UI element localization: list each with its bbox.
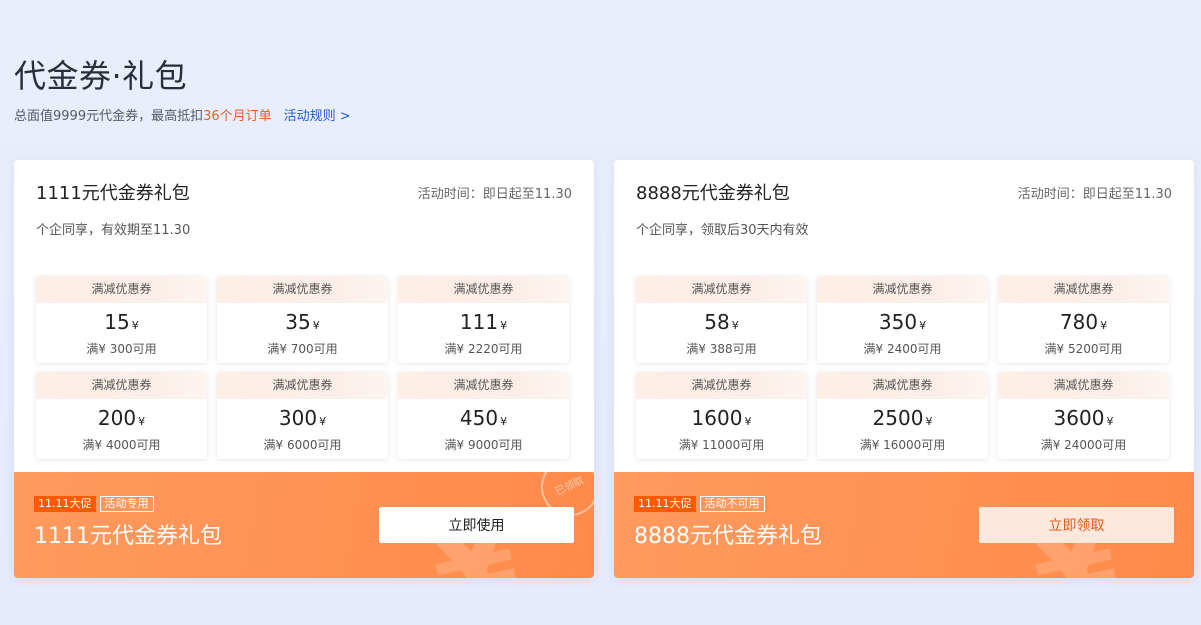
promo-tag: 11.11大促 — [34, 496, 96, 512]
tag-row: 11.11大促 活动专用 — [34, 496, 154, 512]
coupon-amount: 200 ¥ — [36, 406, 207, 434]
coupon-amount-value: 300 — [278, 406, 318, 430]
coupon-type: 满减优惠券 — [217, 276, 388, 303]
coupon-condition: 满¥ 16000可用 — [859, 438, 946, 452]
coupon-condition: 满¥ 2220可用 — [444, 342, 523, 356]
currency-symbol: ¥ — [731, 319, 739, 332]
claim-now-button[interactable]: 立即领取 — [979, 507, 1174, 543]
coupon-amount: 1600 ¥ — [636, 406, 807, 434]
coupon-card: 满减优惠券 1600 ¥ 满¥ 11000可用 — [636, 372, 807, 459]
coupon-amount-value: 350 — [878, 310, 918, 334]
package-description: 个企同享，有效期至11.30 — [36, 223, 191, 238]
coupon-type: 满减优惠券 — [636, 372, 807, 399]
coupon-card: 满减优惠券 35 ¥ 满¥ 700可用 — [217, 276, 388, 363]
currency-symbol: ¥ — [919, 319, 927, 332]
currency-symbol: ¥ — [319, 415, 327, 428]
currency-symbol: ¥ — [138, 415, 146, 428]
coupon-type: 满减优惠券 — [998, 276, 1169, 303]
promo-tag: 11.11大促 — [634, 496, 696, 512]
coupon-amount: 300 ¥ — [217, 406, 388, 434]
coupon-type: 满减优惠券 — [817, 372, 988, 399]
coupon-type: 满减优惠券 — [36, 372, 207, 399]
footer-package-name: 1111元代金券礼包 — [34, 524, 222, 549]
coupon-card: 满减优惠券 3600 ¥ 满¥ 24000可用 — [998, 372, 1169, 459]
tag-row: 11.11大促 活动不可用 — [634, 496, 765, 512]
coupon-amount-value: 15 — [104, 310, 130, 334]
currency-symbol: ¥ — [500, 319, 508, 332]
currency-symbol: ¥ — [1106, 415, 1114, 428]
package-card-8888: 8888元代金券礼包 活动时间：即日起至11.30 个企同享，领取后30天内有效… — [614, 160, 1194, 578]
coupon-condition: 满¥ 9000可用 — [444, 438, 523, 452]
coupon-amount-value: 3600 — [1053, 406, 1105, 430]
coupon-condition: 满¥ 300可用 — [86, 342, 157, 356]
coupon-card: 满减优惠券 2500 ¥ 满¥ 16000可用 — [817, 372, 988, 459]
activity-time: 活动时间：即日起至11.30 — [417, 187, 572, 202]
package-footer: ¥ 11.11大促 活动不可用 8888元代金券礼包 立即领取 — [614, 472, 1194, 578]
coupon-grid: 满减优惠券 58 ¥ 满¥ 388可用 满减优惠券 350 ¥ 满¥ 2400可用 … — [636, 276, 1172, 459]
package-card-1111: 1111元代金券礼包 活动时间：即日起至11.30 个企同享，有效期至11.30… — [14, 160, 594, 578]
subtitle-text: 总面值9999元代金券，最高抵扣 — [14, 109, 204, 124]
footer-package-name: 8888元代金券礼包 — [634, 524, 822, 549]
currency-symbol: ¥ — [500, 415, 508, 428]
coupon-amount-value: 450 — [459, 406, 499, 430]
page-title: 代金券·礼包 — [14, 57, 188, 95]
coupon-type: 满减优惠券 — [398, 276, 569, 303]
use-now-button[interactable]: 立即使用 — [379, 507, 574, 543]
coupon-card: 满减优惠券 15 ¥ 满¥ 300可用 — [36, 276, 207, 363]
coupon-type: 满减优惠券 — [817, 276, 988, 303]
coupon-condition: 满¥ 2400可用 — [863, 342, 942, 356]
package-name: 8888元代金券礼包 — [636, 183, 790, 204]
coupon-condition: 满¥ 11000可用 — [678, 438, 765, 452]
coupon-amount: 3600 ¥ — [998, 406, 1169, 434]
coupon-amount: 2500 ¥ — [817, 406, 988, 434]
coupon-amount-value: 780 — [1059, 310, 1099, 334]
currency-symbol: ¥ — [925, 415, 933, 428]
page-subtitle: 总面值9999元代金券，最高抵扣36个月订单 活动规则 > — [14, 107, 351, 127]
package-name: 1111元代金券礼包 — [36, 183, 190, 204]
coupon-amount-value: 111 — [459, 310, 499, 334]
coupon-card: 满减优惠券 300 ¥ 满¥ 6000可用 — [217, 372, 388, 459]
subtitle-highlight: 36个月订单 — [203, 109, 272, 124]
coupon-card: 满减优惠券 450 ¥ 满¥ 9000可用 — [398, 372, 569, 459]
coupon-amount-value: 58 — [704, 310, 730, 334]
coupon-grid: 满减优惠券 15 ¥ 满¥ 300可用 满减优惠券 35 ¥ 满¥ 700可用 满减… — [36, 276, 572, 459]
coupon-condition: 满¥ 4000可用 — [82, 438, 161, 452]
coupon-type: 满减优惠券 — [217, 372, 388, 399]
coupon-condition: 满¥ 6000可用 — [263, 438, 342, 452]
coupon-amount-value: 2500 — [872, 406, 924, 430]
coupon-amount: 350 ¥ — [817, 310, 988, 338]
coupon-card: 满减优惠券 780 ¥ 满¥ 5200可用 — [998, 276, 1169, 363]
coupon-amount: 111 ¥ — [398, 310, 569, 338]
coupon-amount: 450 ¥ — [398, 406, 569, 434]
currency-symbol: ¥ — [744, 415, 752, 428]
coupon-condition: 满¥ 5200可用 — [1044, 342, 1123, 356]
coupon-card: 满减优惠券 200 ¥ 满¥ 4000可用 — [36, 372, 207, 459]
coupon-amount-value: 35 — [285, 310, 311, 334]
package-footer: ¥ 已领取 11.11大促 活动专用 1111元代金券礼包 立即使用 — [14, 472, 594, 578]
usage-tag: 活动不可用 — [699, 496, 765, 512]
usage-tag: 活动专用 — [99, 496, 154, 512]
coupon-amount: 15 ¥ — [36, 310, 207, 338]
coupon-type: 满减优惠券 — [398, 372, 569, 399]
package-description: 个企同享，领取后30天内有效 — [636, 223, 809, 238]
coupon-card: 满减优惠券 350 ¥ 满¥ 2400可用 — [817, 276, 988, 363]
coupon-type: 满减优惠券 — [998, 372, 1169, 399]
coupon-condition: 满¥ 24000可用 — [1040, 438, 1127, 452]
coupon-amount: 58 ¥ — [636, 310, 807, 338]
currency-symbol: ¥ — [312, 319, 320, 332]
currency-symbol: ¥ — [1100, 319, 1108, 332]
coupon-amount-value: 1600 — [691, 406, 743, 430]
coupon-type: 满减优惠券 — [36, 276, 207, 303]
coupon-amount: 35 ¥ — [217, 310, 388, 338]
coupon-condition: 满¥ 388可用 — [686, 342, 757, 356]
coupon-amount-value: 200 — [97, 406, 137, 430]
coupon-card: 满减优惠券 111 ¥ 满¥ 2220可用 — [398, 276, 569, 363]
currency-symbol: ¥ — [131, 319, 139, 332]
coupon-card: 满减优惠券 58 ¥ 满¥ 388可用 — [636, 276, 807, 363]
rules-link[interactable]: 活动规则 > — [284, 109, 351, 124]
coupon-type: 满减优惠券 — [636, 276, 807, 303]
coupon-amount: 780 ¥ — [998, 310, 1169, 338]
coupon-condition: 满¥ 700可用 — [267, 342, 338, 356]
activity-time: 活动时间：即日起至11.30 — [1017, 187, 1172, 202]
